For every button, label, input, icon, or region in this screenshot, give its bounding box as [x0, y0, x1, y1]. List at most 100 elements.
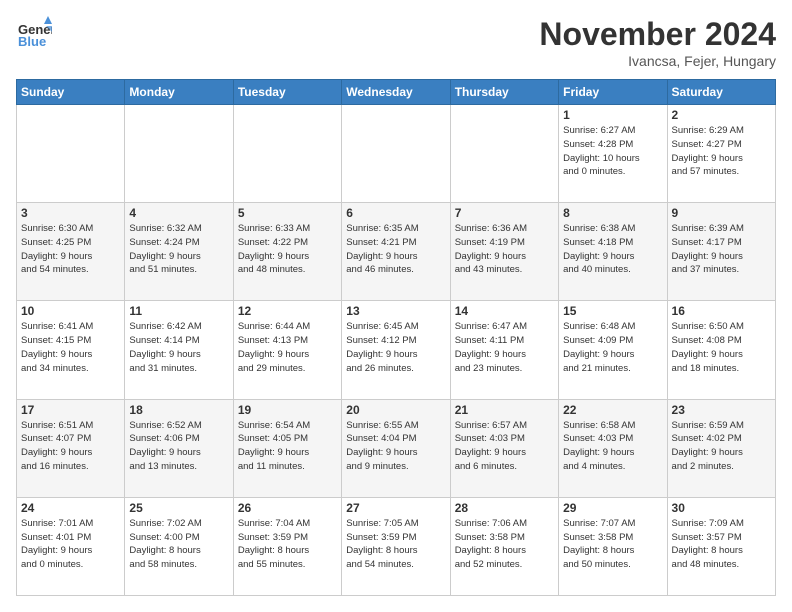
- day-number: 22: [563, 403, 662, 417]
- calendar-cell-0-2: [233, 105, 341, 203]
- day-number: 1: [563, 108, 662, 122]
- logo: General Blue: [16, 16, 52, 52]
- day-info: Sunrise: 7:01 AM Sunset: 4:01 PM Dayligh…: [21, 517, 120, 572]
- calendar-cell-3-0: 17Sunrise: 6:51 AM Sunset: 4:07 PM Dayli…: [17, 399, 125, 497]
- calendar-cell-1-0: 3Sunrise: 6:30 AM Sunset: 4:25 PM Daylig…: [17, 203, 125, 301]
- calendar-cell-0-0: [17, 105, 125, 203]
- logo-icon: General Blue: [16, 16, 52, 52]
- day-info: Sunrise: 6:35 AM Sunset: 4:21 PM Dayligh…: [346, 222, 445, 277]
- day-info: Sunrise: 6:45 AM Sunset: 4:12 PM Dayligh…: [346, 320, 445, 375]
- header-thursday: Thursday: [450, 80, 558, 105]
- header-friday: Friday: [559, 80, 667, 105]
- calendar-cell-4-4: 28 Sunrise: 7:06 AM Sunset: 3:58 PM Dayli…: [450, 497, 558, 595]
- title-block: November 2024 Ivancsa, Fejer, Hungary: [539, 16, 776, 69]
- day-info: Sunrise: 6:57 AM Sunset: 4:03 PM Dayligh…: [455, 419, 554, 474]
- day-number: 29: [563, 501, 662, 515]
- calendar-cell-3-2: 19 Sunrise: 6:54 AM Sunset: 4:05 PM Dayli…: [233, 399, 341, 497]
- day-number: 28: [455, 501, 554, 515]
- day-number: 10: [21, 304, 120, 318]
- day-info: Sunrise: 6:32 AM Sunset: 4:24 PM Dayligh…: [129, 222, 228, 277]
- day-info: Sunrise: 7:02 AM Sunset: 4:00 PM Dayligh…: [129, 517, 228, 572]
- header: General Blue November 2024 Ivancsa, Feje…: [16, 16, 776, 69]
- month-title: November 2024: [539, 16, 776, 53]
- calendar-cell-0-3: [342, 105, 450, 203]
- week-row-4: 24 Sunrise: 7:01 AM Sunset: 4:01 PM Dayli…: [17, 497, 776, 595]
- day-number: 21: [455, 403, 554, 417]
- day-info: Sunrise: 6:27 AM Sunset: 4:28 PM Dayligh…: [563, 124, 662, 179]
- calendar-cell-2-2: 12 Sunrise: 6:44 AM Sunset: 4:13 PM Dayli…: [233, 301, 341, 399]
- day-info: Sunrise: 7:04 AM Sunset: 3:59 PM Dayligh…: [238, 517, 337, 572]
- day-number: 20: [346, 403, 445, 417]
- week-row-3: 17Sunrise: 6:51 AM Sunset: 4:07 PM Dayli…: [17, 399, 776, 497]
- calendar-cell-0-4: [450, 105, 558, 203]
- header-tuesday: Tuesday: [233, 80, 341, 105]
- calendar-cell-4-2: 26Sunrise: 7:04 AM Sunset: 3:59 PM Dayli…: [233, 497, 341, 595]
- day-number: 19: [238, 403, 337, 417]
- day-number: 5: [238, 206, 337, 220]
- week-row-0: 1 Sunrise: 6:27 AM Sunset: 4:28 PM Daylig…: [17, 105, 776, 203]
- week-row-2: 10 Sunrise: 6:41 AM Sunset: 4:15 PM Dayli…: [17, 301, 776, 399]
- day-number: 18: [129, 403, 228, 417]
- day-number: 24: [21, 501, 120, 515]
- day-info: Sunrise: 7:09 AM Sunset: 3:57 PM Dayligh…: [672, 517, 771, 572]
- day-number: 12: [238, 304, 337, 318]
- svg-text:Blue: Blue: [18, 34, 46, 49]
- calendar-table: Sunday Monday Tuesday Wednesday Thursday…: [16, 79, 776, 596]
- calendar-cell-4-1: 25 Sunrise: 7:02 AM Sunset: 4:00 PM Dayli…: [125, 497, 233, 595]
- calendar-cell-2-1: 11 Sunrise: 6:42 AM Sunset: 4:14 PM Dayli…: [125, 301, 233, 399]
- day-number: 2: [672, 108, 771, 122]
- day-info: Sunrise: 6:29 AM Sunset: 4:27 PM Dayligh…: [672, 124, 771, 179]
- calendar-cell-4-5: 29 Sunrise: 7:07 AM Sunset: 3:58 PM Dayli…: [559, 497, 667, 595]
- calendar-cell-3-1: 18 Sunrise: 6:52 AM Sunset: 4:06 PM Dayli…: [125, 399, 233, 497]
- calendar-cell-0-5: 1 Sunrise: 6:27 AM Sunset: 4:28 PM Daylig…: [559, 105, 667, 203]
- day-number: 27: [346, 501, 445, 515]
- day-info: Sunrise: 6:38 AM Sunset: 4:18 PM Dayligh…: [563, 222, 662, 277]
- header-wednesday: Wednesday: [342, 80, 450, 105]
- day-info: Sunrise: 6:41 AM Sunset: 4:15 PM Dayligh…: [21, 320, 120, 375]
- day-number: 11: [129, 304, 228, 318]
- day-number: 15: [563, 304, 662, 318]
- week-row-1: 3Sunrise: 6:30 AM Sunset: 4:25 PM Daylig…: [17, 203, 776, 301]
- calendar-cell-4-6: 30 Sunrise: 7:09 AM Sunset: 3:57 PM Dayli…: [667, 497, 775, 595]
- day-number: 13: [346, 304, 445, 318]
- day-info: Sunrise: 7:06 AM Sunset: 3:58 PM Dayligh…: [455, 517, 554, 572]
- day-info: Sunrise: 6:54 AM Sunset: 4:05 PM Dayligh…: [238, 419, 337, 474]
- day-info: Sunrise: 6:33 AM Sunset: 4:22 PM Dayligh…: [238, 222, 337, 277]
- day-info: Sunrise: 7:07 AM Sunset: 3:58 PM Dayligh…: [563, 517, 662, 572]
- day-number: 9: [672, 206, 771, 220]
- day-number: 25: [129, 501, 228, 515]
- calendar-cell-1-2: 5 Sunrise: 6:33 AM Sunset: 4:22 PM Daylig…: [233, 203, 341, 301]
- calendar-cell-2-0: 10 Sunrise: 6:41 AM Sunset: 4:15 PM Dayli…: [17, 301, 125, 399]
- day-info: Sunrise: 6:55 AM Sunset: 4:04 PM Dayligh…: [346, 419, 445, 474]
- day-number: 16: [672, 304, 771, 318]
- calendar-cell-0-6: 2 Sunrise: 6:29 AM Sunset: 4:27 PM Daylig…: [667, 105, 775, 203]
- calendar-cell-1-4: 7 Sunrise: 6:36 AM Sunset: 4:19 PM Daylig…: [450, 203, 558, 301]
- calendar-cell-3-5: 22Sunrise: 6:58 AM Sunset: 4:03 PM Dayli…: [559, 399, 667, 497]
- day-number: 7: [455, 206, 554, 220]
- day-info: Sunrise: 6:52 AM Sunset: 4:06 PM Dayligh…: [129, 419, 228, 474]
- calendar-cell-1-1: 4 Sunrise: 6:32 AM Sunset: 4:24 PM Daylig…: [125, 203, 233, 301]
- calendar-cell-3-3: 20 Sunrise: 6:55 AM Sunset: 4:04 PM Dayli…: [342, 399, 450, 497]
- day-number: 4: [129, 206, 228, 220]
- calendar-cell-1-5: 8 Sunrise: 6:38 AM Sunset: 4:18 PM Daylig…: [559, 203, 667, 301]
- calendar-cell-0-1: [125, 105, 233, 203]
- header-monday: Monday: [125, 80, 233, 105]
- day-number: 23: [672, 403, 771, 417]
- calendar-cell-1-6: 9Sunrise: 6:39 AM Sunset: 4:17 PM Daylig…: [667, 203, 775, 301]
- calendar-cell-4-3: 27Sunrise: 7:05 AM Sunset: 3:59 PM Dayli…: [342, 497, 450, 595]
- calendar-cell-2-4: 14Sunrise: 6:47 AM Sunset: 4:11 PM Dayli…: [450, 301, 558, 399]
- day-info: Sunrise: 6:48 AM Sunset: 4:09 PM Dayligh…: [563, 320, 662, 375]
- calendar-cell-3-6: 23Sunrise: 6:59 AM Sunset: 4:02 PM Dayli…: [667, 399, 775, 497]
- day-info: Sunrise: 6:44 AM Sunset: 4:13 PM Dayligh…: [238, 320, 337, 375]
- day-number: 6: [346, 206, 445, 220]
- header-saturday: Saturday: [667, 80, 775, 105]
- day-info: Sunrise: 6:36 AM Sunset: 4:19 PM Dayligh…: [455, 222, 554, 277]
- day-info: Sunrise: 6:47 AM Sunset: 4:11 PM Dayligh…: [455, 320, 554, 375]
- calendar-header-row: Sunday Monday Tuesday Wednesday Thursday…: [17, 80, 776, 105]
- day-info: Sunrise: 6:42 AM Sunset: 4:14 PM Dayligh…: [129, 320, 228, 375]
- day-info: Sunrise: 6:50 AM Sunset: 4:08 PM Dayligh…: [672, 320, 771, 375]
- day-number: 8: [563, 206, 662, 220]
- calendar-cell-4-0: 24 Sunrise: 7:01 AM Sunset: 4:01 PM Dayli…: [17, 497, 125, 595]
- header-sunday: Sunday: [17, 80, 125, 105]
- day-number: 30: [672, 501, 771, 515]
